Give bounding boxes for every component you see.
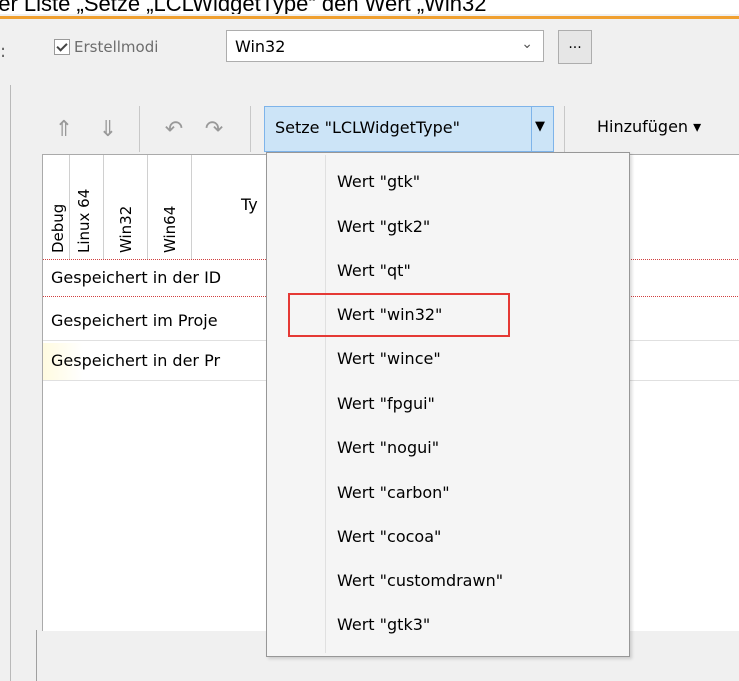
left-divider — [10, 85, 11, 681]
add-button[interactable]: Hinzufügen ▾ — [597, 117, 701, 136]
build-mode-value: Win32 — [235, 37, 286, 56]
more-button[interactable]: ... — [558, 30, 592, 64]
menu-item-customdrawn[interactable]: Wert "customdrawn" — [337, 566, 503, 596]
build-mode-combo[interactable]: Win32 ⌄ — [226, 30, 544, 62]
column-header-win64[interactable]: Win64 — [147, 155, 192, 259]
caption-bar: der Liste „Setze „LCLWidgetType“ den Wer… — [0, 0, 739, 14]
checkbox-box[interactable] — [54, 39, 70, 55]
row-text: Gespeichert in der ID — [51, 268, 222, 287]
menu-item-nogui[interactable]: Wert "nogui" — [337, 433, 439, 463]
move-up-icon[interactable]: ⇑ — [52, 108, 76, 150]
row-text: Gespeichert im Proje — [51, 311, 218, 330]
caption-underline — [0, 16, 739, 19]
column-header-debug[interactable]: Debug — [43, 155, 70, 259]
caption-text: der Liste „Setze „LCLWidgetType“ den Wer… — [0, 0, 487, 14]
menu-item-qt[interactable]: Wert "qt" — [337, 256, 411, 286]
menu-item-carbon[interactable]: Wert "carbon" — [337, 478, 450, 508]
set-lclwidgettype-button[interactable]: Setze "LCLWidgetType" ▼ — [264, 106, 554, 152]
build-modes-label: Erstellmodi — [74, 38, 159, 56]
column-header-linux64[interactable]: Linux 64 — [69, 155, 104, 259]
undo-icon[interactable]: ↶ — [160, 108, 188, 150]
column-header-type: Ty — [241, 195, 258, 214]
redo-icon[interactable]: ↷ — [200, 108, 228, 150]
move-down-icon[interactable]: ⇓ — [96, 108, 120, 150]
menu-item-wince[interactable]: Wert "wince" — [337, 344, 441, 374]
menu-item-gtk2[interactable]: Wert "gtk2" — [337, 212, 430, 242]
menu-item-gtk[interactable]: Wert "gtk" — [337, 167, 420, 197]
row-text: Gespeichert in der Pr — [51, 351, 221, 370]
menu-item-cocoa[interactable]: Wert "cocoa" — [337, 522, 441, 552]
split-divider — [531, 107, 532, 151]
build-modes-checkbox[interactable]: Erstellmodi — [54, 35, 158, 59]
toolbar-separator — [564, 106, 565, 152]
menu-item-fpgui[interactable]: Wert "fpgui" — [337, 389, 435, 419]
dropdown-arrow-icon[interactable]: ▼ — [535, 119, 545, 134]
column-header-win32[interactable]: Win32 — [103, 155, 148, 259]
annotation-highlight-box — [288, 293, 510, 337]
bottom-divider — [36, 630, 37, 681]
toolbar-separator — [139, 106, 140, 152]
chevron-down-icon[interactable]: ⌄ — [521, 36, 533, 52]
toolbar-separator — [250, 106, 251, 152]
menu-item-gtk3[interactable]: Wert "gtk3" — [337, 610, 430, 640]
edge-glyph: : — [0, 41, 7, 62]
value-dropdown-menu: Wert "gtk" Wert "gtk2" Wert "qt" Wert "w… — [266, 152, 630, 657]
set-button-label: Setze "LCLWidgetType" — [275, 118, 460, 137]
menu-gutter — [325, 155, 326, 653]
